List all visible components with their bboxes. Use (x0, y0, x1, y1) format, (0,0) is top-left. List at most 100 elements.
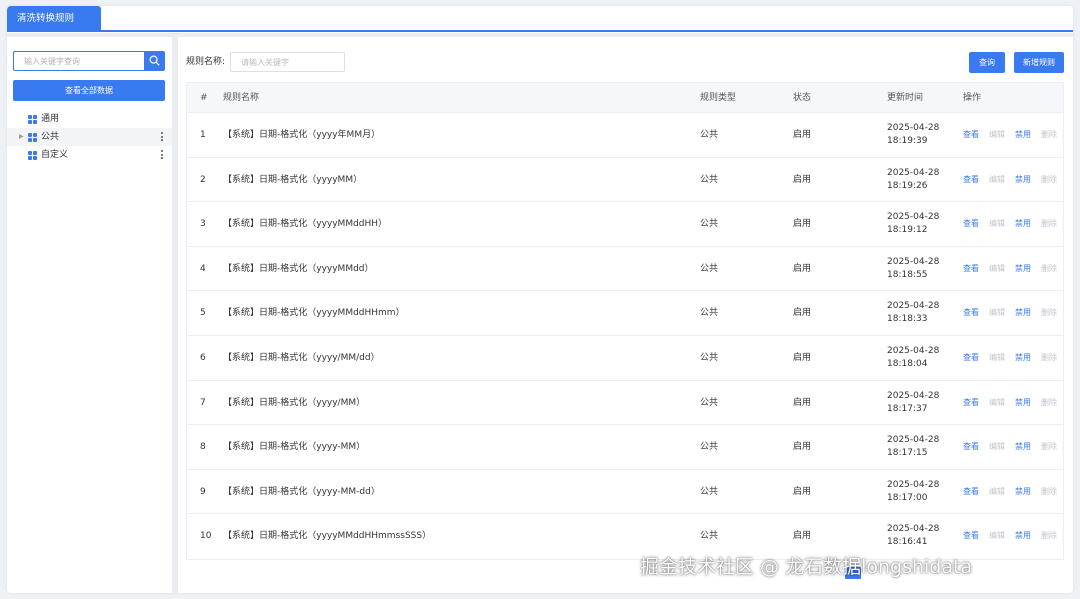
disable-button[interactable]: 禁用 (1015, 425, 1031, 469)
rule-name-input[interactable] (230, 52, 345, 72)
tree-item-label: 通用 (41, 114, 60, 124)
view-button[interactable]: 查看 (963, 470, 979, 514)
rules-table: # 规则名称 规则类型 状态 更新时间 操作 1 【系统】日期-格式化（yyyy年… (186, 82, 1064, 560)
more-vertical-icon[interactable] (161, 132, 164, 142)
view-button[interactable]: 查看 (963, 247, 979, 291)
header-actions: 操作 (963, 93, 982, 103)
query-button[interactable]: 查询 (969, 52, 1005, 73)
header-status: 状态 (793, 93, 812, 103)
disable-button[interactable]: 禁用 (1015, 158, 1031, 202)
header-index: # (200, 93, 208, 103)
updated-time: 2025-04-28 18:18:33 (887, 301, 940, 325)
rule-type: 公共 (700, 486, 719, 497)
updated-time: 2025-04-28 18:18:55 (887, 256, 940, 280)
tree-item-custom[interactable]: 自定义 (7, 146, 172, 164)
edit-button[interactable]: 编辑 (989, 336, 1005, 380)
edit-button[interactable]: 编辑 (989, 425, 1005, 469)
rule-name: 【系统】日期-格式化（yyyy-MM） (223, 442, 366, 453)
delete-button[interactable]: 删除 (1041, 381, 1057, 425)
edit-button[interactable]: 编辑 (989, 202, 1005, 246)
rule-status: 启用 (793, 442, 812, 453)
delete-button[interactable]: 删除 (1041, 291, 1057, 335)
table-header: # 规则名称 规则类型 状态 更新时间 操作 (187, 83, 1063, 113)
rule-type: 公共 (700, 397, 719, 408)
disable-button[interactable]: 禁用 (1015, 470, 1031, 514)
caret-right-icon[interactable]: ▶ (19, 128, 24, 146)
delete-button[interactable]: 删除 (1041, 470, 1057, 514)
tree-item-public[interactable]: ▶ 公共 (7, 128, 172, 146)
delete-button[interactable]: 删除 (1041, 202, 1057, 246)
view-button[interactable]: 查看 (963, 158, 979, 202)
rule-type: 公共 (700, 130, 719, 140)
updated-time: 2025-04-28 18:19:39 (887, 123, 940, 146)
sidebar-search-button[interactable] (144, 51, 165, 71)
edit-button[interactable]: 编辑 (989, 381, 1005, 425)
rule-name: 【系统】日期-格式化（yyyy/MM/dd） (223, 352, 380, 363)
watermark: 掘金技术社区 @ 龙石数据longshidata (640, 556, 973, 578)
add-rule-button[interactable]: 新增规则 (1014, 52, 1064, 73)
view-button[interactable]: 查看 (963, 291, 979, 335)
sidebar: 查看全部数据 通用 ▶ 公共 自定义 (7, 37, 172, 593)
table-row: 6 【系统】日期-格式化（yyyy/MM/dd） 公共 启用 2025-04-28 18… (187, 336, 1063, 381)
view-button[interactable]: 查看 (963, 425, 979, 469)
table-row: 3 【系统】日期-格式化（yyyyMMddHH） 公共 启用 2025-04-28 18… (187, 202, 1063, 247)
updated-time: 2025-04-28 18:17:37 (887, 390, 940, 414)
view-all-data-button[interactable]: 查看全部数据 (13, 80, 165, 101)
table-row: 1 【系统】日期-格式化（yyyy年MM月） 公共 启用 2025-04-28 18:1… (187, 113, 1063, 158)
edit-button[interactable]: 编辑 (989, 470, 1005, 514)
rule-name: 【系统】日期-格式化（yyyy-MM-dd） (223, 486, 380, 497)
rule-type: 公共 (700, 174, 719, 185)
table-row: 2 【系统】日期-格式化（yyyyMM） 公共 启用 2025-04-28 18:19:… (187, 158, 1063, 203)
updated-time: 2025-04-28 18:18:04 (887, 345, 940, 369)
disable-button[interactable]: 禁用 (1015, 113, 1031, 157)
edit-button[interactable]: 编辑 (989, 158, 1005, 202)
edit-button[interactable]: 编辑 (989, 247, 1005, 291)
tree-item-general[interactable]: 通用 (7, 110, 172, 128)
view-button[interactable]: 查看 (963, 381, 979, 425)
delete-button[interactable]: 删除 (1041, 113, 1057, 157)
updated-time: 2025-04-28 18:17:00 (887, 479, 940, 503)
row-index: 3 (200, 219, 206, 230)
tab-cleansing-rules[interactable]: 清洗转换规则 (7, 6, 101, 31)
rule-status: 启用 (793, 352, 812, 363)
rule-name: 【系统】日期-格式化（yyyy/MM） (223, 397, 366, 408)
tree-item-label: 自定义 (41, 150, 69, 160)
disable-button[interactable]: 禁用 (1015, 247, 1031, 291)
edit-button[interactable]: 编辑 (989, 113, 1005, 157)
view-button[interactable]: 查看 (963, 336, 979, 380)
more-vertical-icon[interactable] (161, 150, 164, 160)
row-index: 9 (200, 486, 206, 497)
disable-button[interactable]: 禁用 (1015, 336, 1031, 380)
rule-name: 【系统】日期-格式化（yyyyMMddHHmmssSSS） (223, 531, 432, 542)
view-button[interactable]: 查看 (963, 202, 979, 246)
delete-button[interactable]: 删除 (1041, 247, 1057, 291)
sidebar-search (13, 51, 165, 71)
app-window: 清洗转换规则 查看全部数据 通用 ▶ (7, 6, 1073, 593)
sidebar-search-input[interactable] (13, 51, 145, 71)
delete-button[interactable]: 删除 (1041, 158, 1057, 202)
header-type: 规则类型 (700, 93, 737, 103)
row-index: 10 (200, 531, 212, 542)
row-index: 2 (200, 174, 206, 185)
rule-type: 公共 (700, 352, 719, 363)
rule-status: 启用 (793, 397, 812, 408)
disable-button[interactable]: 禁用 (1015, 381, 1031, 425)
disable-button[interactable]: 禁用 (1015, 202, 1031, 246)
delete-button[interactable]: 删除 (1041, 336, 1057, 380)
rule-type: 公共 (700, 442, 719, 453)
row-index: 8 (200, 442, 206, 453)
header-name: 规则名称 (223, 93, 260, 103)
rule-type: 公共 (700, 308, 719, 319)
search-icon (149, 55, 160, 66)
edit-button[interactable]: 编辑 (989, 291, 1005, 335)
rule-name: 【系统】日期-格式化（yyyyMM） (223, 174, 363, 185)
disable-button[interactable]: 禁用 (1015, 291, 1031, 335)
edit-button[interactable]: 编辑 (989, 514, 1005, 558)
tree-item-label: 公共 (41, 132, 60, 142)
row-index: 7 (200, 397, 206, 408)
view-button[interactable]: 查看 (963, 113, 979, 157)
rule-status: 启用 (793, 263, 812, 274)
delete-button[interactable]: 删除 (1041, 514, 1057, 558)
disable-button[interactable]: 禁用 (1015, 514, 1031, 558)
delete-button[interactable]: 删除 (1041, 425, 1057, 469)
